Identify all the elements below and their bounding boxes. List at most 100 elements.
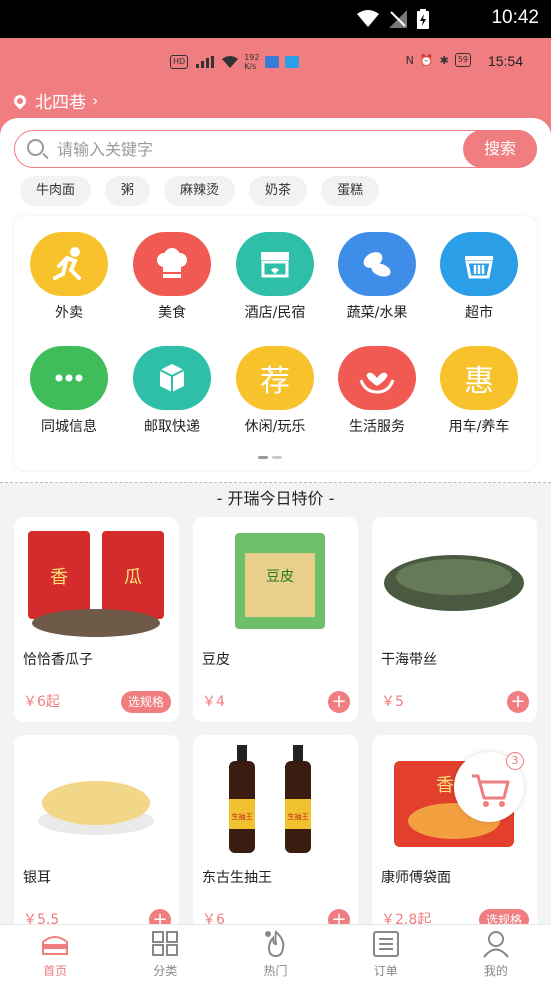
svg-text:生抽王: 生抽王 — [232, 812, 253, 821]
tab-hot[interactable]: 热门 — [220, 925, 330, 981]
chevron-right-icon: › — [92, 91, 99, 110]
location-name: 北四巷 — [35, 93, 86, 113]
section-title: - 开瑞今日特价 - — [216, 489, 335, 508]
order-icon — [372, 931, 399, 957]
tab-label: 我的 — [483, 964, 508, 978]
hot-tag[interactable]: 牛肉面 — [20, 176, 92, 206]
discount-icon: 惠 — [440, 346, 518, 410]
category-takeout[interactable]: 外卖 — [19, 232, 119, 322]
product-name: 东古生抽王 — [202, 870, 272, 886]
user-icon — [483, 931, 509, 958]
system-clock: 10:42 — [491, 7, 539, 28]
product-name: 豆皮 — [202, 652, 230, 668]
product-card[interactable]: 豆皮 豆皮 ￥4 + — [193, 517, 358, 722]
tab-category[interactable]: 分类 — [110, 925, 220, 981]
tab-label: 分类 — [153, 964, 178, 978]
product-name: 银耳 — [23, 870, 51, 886]
product-price: ￥6起 — [23, 694, 60, 710]
product-image: 香瓜 — [22, 523, 171, 641]
category-local-info[interactable]: 同城信息 — [19, 346, 119, 436]
product-image — [380, 523, 529, 641]
inner-wifi-icon — [222, 56, 239, 68]
category-supermarket[interactable]: 超市 — [429, 232, 529, 322]
tab-label: 订单 — [373, 964, 398, 978]
category-express[interactable]: 邮取快递 — [122, 346, 222, 436]
category-food[interactable]: 美食 — [122, 232, 222, 322]
category-label: 外卖 — [55, 305, 83, 321]
category-label: 休闲/玩乐 — [244, 419, 306, 435]
running-man-icon — [30, 232, 108, 296]
basket-icon — [440, 232, 518, 296]
search-button[interactable]: 搜索 — [463, 130, 537, 168]
product-card[interactable]: 香瓜 恰恰香瓜子 ￥6起 选规格 — [14, 517, 179, 722]
battery-charging-icon — [417, 9, 429, 29]
product-image: 豆皮 — [201, 523, 350, 641]
section-divider — [0, 482, 551, 483]
hot-tag[interactable]: 蛋糕 — [321, 176, 380, 206]
search-icon — [27, 139, 44, 156]
add-to-cart-button[interactable]: + — [328, 691, 350, 713]
product-card[interactable]: 生抽王 生抽王 东古生抽王 ￥6 + — [193, 735, 358, 940]
svg-text:豆皮: 豆皮 — [266, 569, 294, 585]
fire-icon — [264, 930, 284, 958]
category-leisure[interactable]: 荐 休闲/玩乐 — [225, 346, 325, 436]
svg-text:生抽王: 生抽王 — [288, 812, 309, 821]
cart-count-badge: 3 — [506, 752, 524, 770]
category-car[interactable]: 惠 用车/养车 — [429, 346, 529, 436]
search-bar: 搜索 — [14, 130, 537, 168]
category-hotel[interactable]: 酒店/民宿 — [225, 232, 325, 322]
category-grid: 外卖 美食 酒店/民宿 蔬菜/水果 超市 同城信息 邮取快递 荐 休闲/玩乐 生… — [14, 216, 537, 470]
product-card[interactable]: 银耳 ￥5.5 + — [14, 735, 179, 940]
inner-clock: 15:54 — [487, 53, 523, 69]
search-input[interactable] — [57, 137, 457, 161]
wifi-icon — [357, 10, 379, 27]
category-life-service[interactable]: 生活服务 — [327, 346, 427, 436]
system-status-icons — [357, 9, 429, 29]
svg-text:瓜: 瓜 — [124, 567, 142, 588]
vegetables-icon — [338, 232, 416, 296]
location-pin-icon — [11, 92, 29, 109]
tab-mine[interactable]: 我的 — [441, 925, 551, 981]
storefront-icon — [236, 232, 314, 296]
alarm-icon: ⏰ — [419, 53, 434, 67]
battery-icon: 59 — [454, 53, 471, 67]
product-image: 生抽王 生抽王 — [201, 741, 350, 859]
tab-orders[interactable]: 订单 — [331, 925, 441, 981]
signal-icon — [196, 56, 215, 68]
category-vegetables[interactable]: 蔬菜/水果 — [327, 232, 427, 322]
category-label: 生活服务 — [349, 419, 405, 435]
tab-home[interactable]: 首页 — [0, 925, 110, 981]
browser-app-icon — [285, 56, 300, 68]
category-label: 邮取快递 — [144, 419, 200, 435]
no-signal-icon — [389, 10, 407, 28]
category-label: 同城信息 — [41, 419, 97, 435]
select-spec-button[interactable]: 选规格 — [120, 691, 171, 713]
location-selector[interactable]: 北四巷 › — [11, 88, 99, 113]
tab-label: 热门 — [263, 964, 288, 978]
category-label: 用车/养车 — [448, 419, 510, 435]
product-name: 干海带丝 — [381, 652, 437, 668]
product-name: 康师傅袋面 — [381, 870, 451, 886]
add-to-cart-button[interactable]: + — [507, 691, 529, 713]
floating-cart-button[interactable]: 3 — [454, 752, 524, 822]
product-price: ￥5 — [381, 694, 404, 710]
chat-dots-icon — [30, 346, 108, 410]
weather-app-icon — [265, 56, 280, 68]
hot-tag[interactable]: 奶茶 — [249, 176, 308, 206]
home-icon — [42, 936, 69, 955]
recommend-icon: 荐 — [236, 346, 314, 410]
product-price: ￥4 — [202, 694, 225, 710]
tab-label: 首页 — [43, 964, 68, 978]
hot-tag[interactable]: 麻辣烫 — [164, 176, 236, 206]
hot-tags: 牛肉面 粥 麻辣烫 奶茶 蛋糕 — [20, 176, 380, 206]
hot-tag[interactable]: 粥 — [105, 176, 151, 206]
product-name: 恰恰香瓜子 — [23, 652, 93, 668]
svg-text:香: 香 — [50, 567, 68, 588]
package-icon — [133, 346, 211, 410]
category-label: 超市 — [465, 305, 493, 321]
product-image — [22, 741, 171, 859]
nfc-icon: N — [405, 53, 414, 67]
product-card[interactable]: 干海带丝 ￥5 + — [372, 517, 537, 722]
bluetooth-icon: ✱ — [439, 53, 449, 67]
category-label: 酒店/民宿 — [244, 305, 306, 321]
